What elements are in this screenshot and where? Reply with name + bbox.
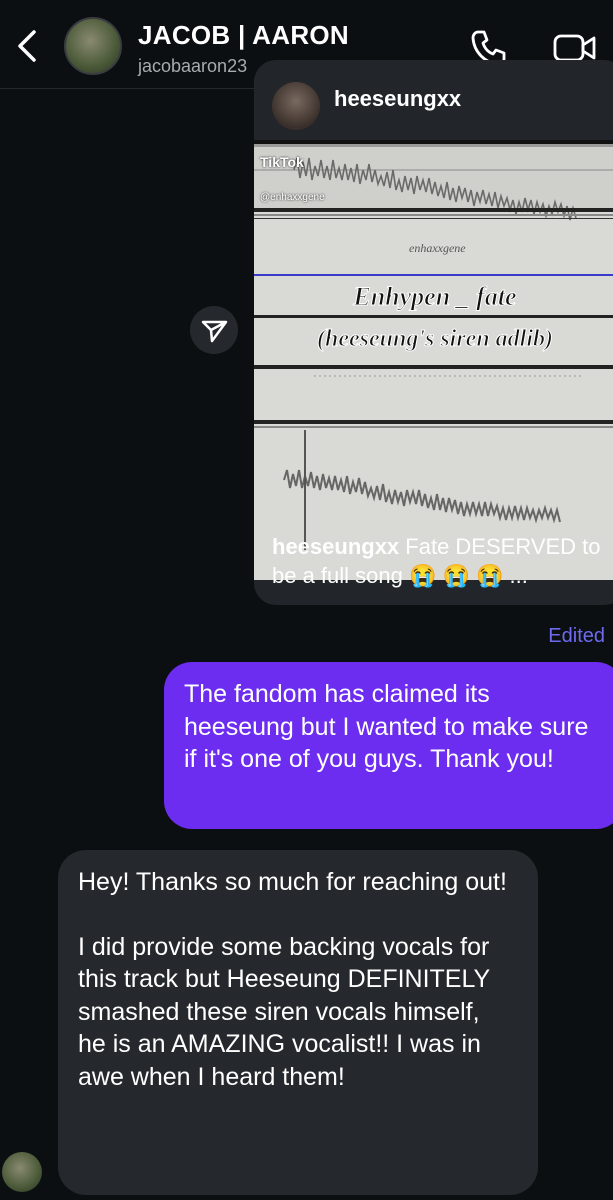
video-watermark: enhaxxgene	[409, 241, 466, 255]
sender-avatar[interactable]	[2, 1152, 42, 1192]
shared-post-card[interactable]: heeseungxx TikTok @enhaxxgene enhaxxgene	[254, 60, 613, 605]
audio-waveform-graphic	[254, 140, 613, 550]
tiktok-handle: @enhaxxgene	[260, 192, 325, 203]
video-overlay-subtitle: (heeseung's siren adlib)	[316, 326, 553, 353]
post-caption: heeseungxx Fate DESERVED to be a full so…	[272, 532, 612, 590]
send-arrow-icon	[201, 320, 228, 343]
post-author-avatar	[272, 82, 320, 130]
post-author-username[interactable]: heeseungxx	[334, 86, 461, 112]
outgoing-message[interactable]: The fandom has claimed its heeseung but …	[164, 662, 613, 829]
incoming-message[interactable]: Hey! Thanks so much for reaching out! I …	[58, 850, 538, 1195]
incoming-message-paragraph: I did provide some backing vocals for th…	[78, 932, 490, 1091]
contact-avatar[interactable]	[64, 17, 122, 75]
back-chevron-icon[interactable]	[14, 28, 44, 64]
share-button[interactable]	[190, 306, 238, 354]
contact-username[interactable]: jacobaaron23	[138, 56, 247, 77]
caption-username[interactable]: heeseungxx	[272, 534, 399, 559]
incoming-message-paragraph: Hey! Thanks so much for reaching out!	[78, 868, 507, 896]
tiktok-label: TikTok	[260, 154, 304, 170]
video-overlay-title: Enhypen _ fate	[353, 282, 517, 312]
contact-name[interactable]: JACOB | AARON	[138, 20, 349, 51]
edited-label: Edited	[548, 625, 605, 647]
post-video-thumbnail[interactable]: TikTok @enhaxxgene enhaxxgene Enhypen _ …	[254, 140, 613, 580]
